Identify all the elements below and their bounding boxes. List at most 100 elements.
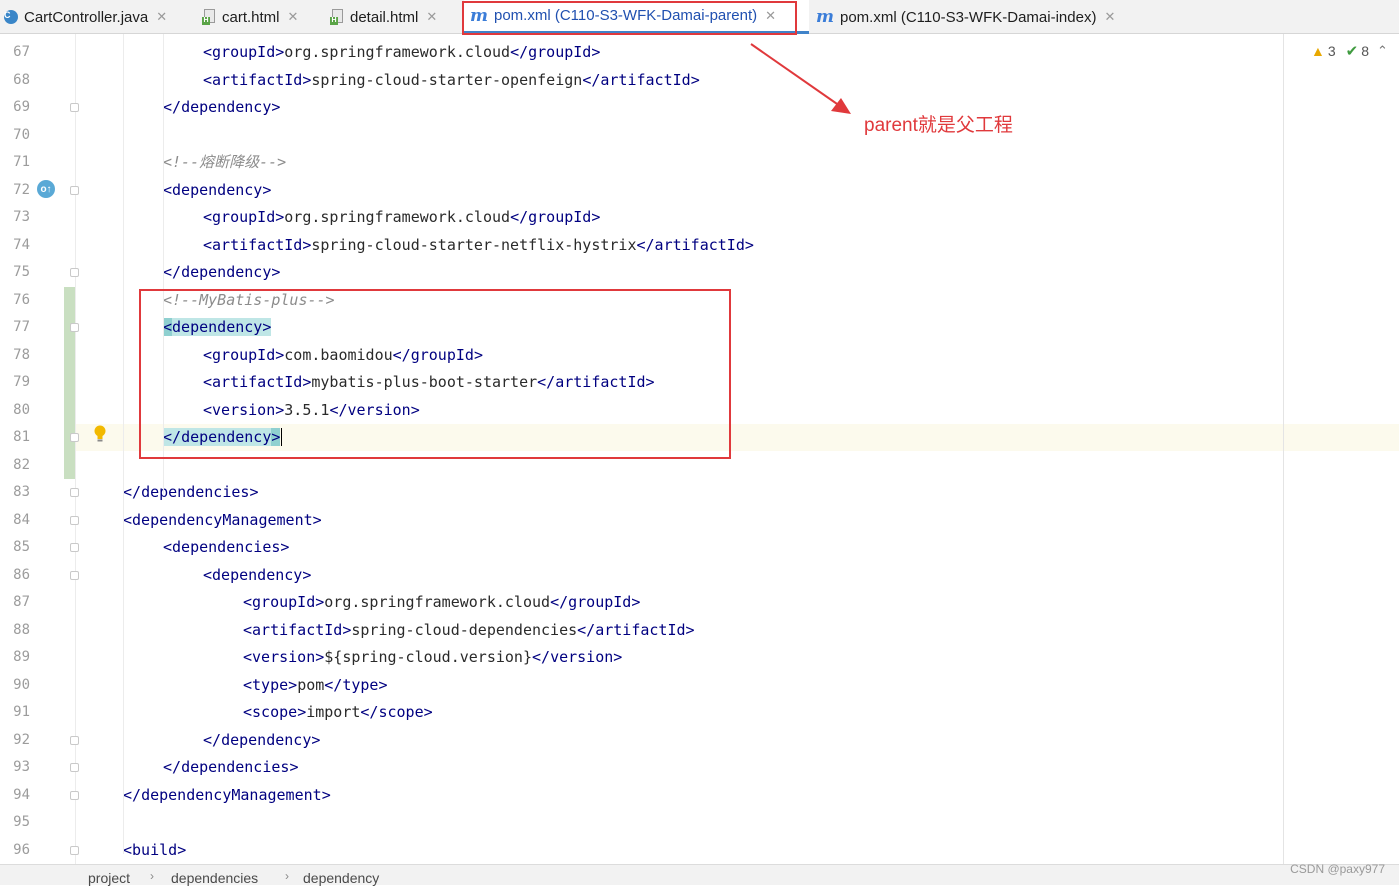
line-number[interactable]: 91 bbox=[8, 699, 30, 726]
warning-count: 3 bbox=[1327, 43, 1336, 59]
fold-marker-icon[interactable] bbox=[70, 323, 79, 332]
code-line[interactable]: <scope>import</scope> bbox=[76, 699, 1399, 726]
code-line[interactable]: </dependencies> bbox=[76, 479, 1330, 506]
code-line[interactable]: <groupId>org.springframework.cloud</grou… bbox=[76, 39, 1399, 66]
line-number[interactable]: 74 bbox=[8, 232, 30, 259]
line-number[interactable]: 70 bbox=[8, 122, 30, 149]
code-line[interactable]: </dependencyManagement> bbox=[76, 782, 1330, 809]
xml-tag-token: < bbox=[243, 620, 253, 639]
line-number[interactable]: 84 bbox=[8, 507, 30, 534]
xml-text: spring-cloud-dependencies bbox=[351, 620, 578, 639]
code-line[interactable]: <artifactId>spring-cloud-starter-openfei… bbox=[76, 67, 1399, 94]
xml-tag-token: dependencies bbox=[181, 758, 290, 776]
line-number[interactable]: 75 bbox=[8, 259, 30, 286]
code-line[interactable]: <artifactId>spring-cloud-starter-netflix… bbox=[76, 232, 1399, 259]
tab-pom-index[interactable]: m pom.xml (C110-S3-WFK-Damai-index) ✕ bbox=[816, 0, 1146, 34]
line-number[interactable]: 92 bbox=[8, 727, 30, 754]
tab-cart-html[interactable]: H cart.html ✕ bbox=[202, 0, 328, 34]
line-number[interactable]: 80 bbox=[8, 397, 30, 424]
breadcrumb-item[interactable]: dependency bbox=[303, 870, 379, 886]
overridden-method-icon[interactable]: o↑ bbox=[37, 180, 55, 198]
line-number[interactable]: 83 bbox=[8, 479, 30, 506]
code-line[interactable]: <build> bbox=[76, 837, 1330, 864]
xml-tag-token: artifactId bbox=[212, 70, 303, 89]
line-number[interactable]: 76 bbox=[8, 287, 30, 314]
line-number[interactable]: 93 bbox=[8, 754, 30, 781]
line-number[interactable]: 87 bbox=[8, 589, 30, 616]
line-number[interactable]: 77 bbox=[8, 314, 30, 341]
fold-marker-icon[interactable] bbox=[70, 268, 79, 277]
xml-tag-token: > bbox=[378, 675, 388, 694]
line-number[interactable]: 85 bbox=[8, 534, 30, 561]
close-icon[interactable]: ✕ bbox=[426, 9, 437, 25]
fold-marker-icon[interactable] bbox=[70, 488, 79, 497]
ok-count: 8 bbox=[1361, 43, 1370, 59]
line-number[interactable]: 95 bbox=[8, 809, 30, 836]
xml-tag-token: artifactId bbox=[212, 235, 303, 254]
xml-tag-token: > bbox=[280, 538, 290, 556]
xml-tag-token: > bbox=[744, 235, 754, 254]
code-line[interactable]: <type>pom</type> bbox=[76, 672, 1399, 699]
xml-tag-token: artifactId bbox=[252, 620, 343, 639]
fold-marker-icon[interactable] bbox=[70, 515, 79, 525]
code-line[interactable]: <artifactId>spring-cloud-dependencies</a… bbox=[76, 617, 1399, 644]
close-icon[interactable]: ✕ bbox=[288, 9, 299, 25]
code-line[interactable]: <version>${spring-cloud.version}</versio… bbox=[76, 644, 1399, 671]
fold-marker-icon[interactable] bbox=[70, 763, 79, 772]
fold-marker-icon[interactable] bbox=[70, 433, 79, 442]
xml-tag-token: > bbox=[631, 593, 641, 611]
close-icon[interactable]: ✕ bbox=[1104, 9, 1115, 25]
fold-marker-icon[interactable] bbox=[70, 185, 79, 195]
code-line[interactable]: <dependencyManagement> bbox=[76, 507, 1330, 534]
line-number[interactable]: 81 bbox=[8, 424, 30, 451]
code-line[interactable] bbox=[76, 809, 1290, 836]
fold-marker-icon[interactable] bbox=[70, 103, 79, 112]
line-number[interactable]: 67 bbox=[8, 39, 30, 66]
code-line[interactable]: </dependencies> bbox=[76, 754, 1370, 781]
line-number[interactable]: 90 bbox=[8, 672, 30, 699]
close-icon[interactable]: ✕ bbox=[156, 9, 167, 25]
line-number[interactable]: 73 bbox=[8, 204, 30, 231]
lightbulb-icon[interactable] bbox=[93, 425, 107, 443]
code-line[interactable]: <groupId>org.springframework.cloud</grou… bbox=[76, 204, 1399, 231]
code-line[interactable]: <dependency> bbox=[76, 177, 1370, 204]
line-number[interactable]: 89 bbox=[8, 644, 30, 671]
line-number[interactable]: 68 bbox=[8, 67, 30, 94]
breadcrumb-item[interactable]: project bbox=[88, 870, 130, 886]
line-number[interactable]: 86 bbox=[8, 562, 30, 589]
code-line[interactable]: <dependency> bbox=[76, 562, 1399, 589]
line-number[interactable]: 72 bbox=[8, 177, 30, 204]
line-number[interactable]: 78 bbox=[8, 342, 30, 369]
annotation-note: parent就是父工程 bbox=[864, 115, 1013, 136]
fold-marker-icon[interactable] bbox=[70, 543, 79, 552]
xml-tag-token: < bbox=[243, 675, 253, 694]
fold-marker-icon[interactable] bbox=[70, 845, 79, 855]
fold-marker-icon[interactable] bbox=[70, 570, 79, 580]
chevron-up-icon[interactable]: ⌃ bbox=[1377, 43, 1388, 59]
xml-text: import bbox=[306, 703, 361, 721]
line-number[interactable]: 88 bbox=[8, 617, 30, 644]
xml-tag-token: > bbox=[275, 208, 285, 226]
breadcrumb-item[interactable]: dependencies bbox=[171, 870, 258, 886]
inspection-widget[interactable]: ▲ 3 ✔ 8 ⌃ bbox=[1311, 42, 1388, 60]
line-number[interactable]: 79 bbox=[8, 369, 30, 396]
code-line[interactable]: <dependencies> bbox=[76, 534, 1370, 561]
xml-tag-token: build bbox=[132, 840, 178, 859]
code-line[interactable] bbox=[76, 122, 1290, 149]
code-line[interactable]: <!--熔断降级--> bbox=[76, 149, 1370, 176]
line-number[interactable]: 69 bbox=[8, 94, 30, 121]
tab-cartcontroller[interactable]: C CartController.java ✕ bbox=[4, 0, 192, 34]
xml-tag-token: </ bbox=[123, 785, 142, 804]
code-line[interactable]: </dependency> bbox=[76, 727, 1399, 754]
xml-tag-token: < bbox=[123, 510, 133, 529]
code-line[interactable]: </dependency> bbox=[76, 94, 1370, 121]
line-number[interactable]: 71 bbox=[8, 149, 30, 176]
tab-detail-html[interactable]: H detail.html ✕ bbox=[330, 0, 463, 34]
line-number[interactable]: 82 bbox=[8, 452, 30, 479]
line-number[interactable]: 96 bbox=[8, 837, 30, 864]
code-line[interactable]: </dependency> bbox=[76, 259, 1370, 286]
code-line[interactable]: <groupId>org.springframework.cloud</grou… bbox=[76, 589, 1399, 616]
line-number[interactable]: 94 bbox=[8, 782, 30, 809]
fold-marker-icon[interactable] bbox=[70, 790, 79, 800]
fold-marker-icon[interactable] bbox=[70, 735, 79, 745]
